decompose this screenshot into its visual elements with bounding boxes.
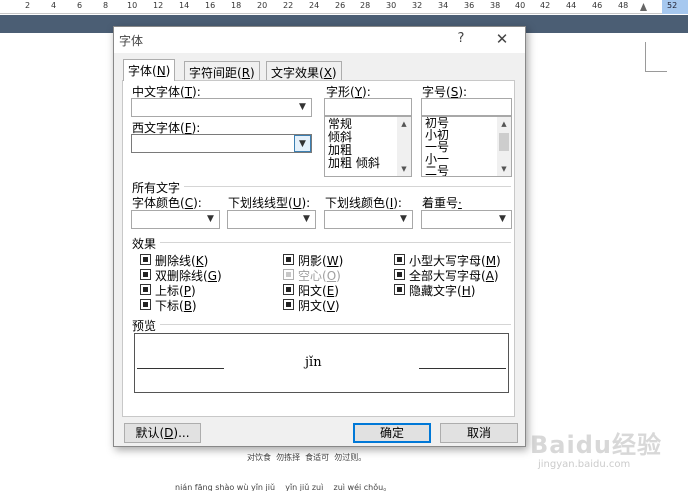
- superscript-checkbox[interactable]: [140, 284, 151, 295]
- ruler-number: 40: [515, 1, 526, 10]
- ruler-number: 24: [309, 1, 320, 10]
- engrave-checkbox[interactable]: [283, 299, 294, 310]
- western-font-combobox[interactable]: ▼: [131, 134, 312, 153]
- dialog-title: 字体: [119, 34, 144, 48]
- font-color-combobox[interactable]: ▼: [131, 210, 220, 229]
- font-color-label: 字体颜色(C):: [132, 196, 202, 210]
- chevron-down-icon[interactable]: ▼: [395, 211, 412, 228]
- document-pinyin-line[interactable]: nián fāng shào wù yǐn jiǔ yǐn jiǔ zuì zu…: [175, 482, 391, 491]
- font-style-scrollbar[interactable]: ▲ ▼: [397, 117, 411, 176]
- cancel-button[interactable]: 取消: [440, 423, 518, 443]
- shadow-checkbox[interactable]: [283, 254, 294, 265]
- preview-baseline-right: [419, 368, 506, 369]
- scroll-up-icon[interactable]: ▲: [497, 117, 511, 131]
- tab-text-effects[interactable]: 文字效果(X): [266, 61, 342, 80]
- horizontal-ruler: 2 4 6 8 10 12 14 16 18 20 22 24 26 28 30…: [0, 0, 688, 14]
- indent-marker-icon[interactable]: [640, 3, 647, 11]
- underline-color-combobox[interactable]: ▼: [324, 210, 413, 229]
- tab-font[interactable]: 字体(N): [123, 59, 176, 81]
- effects-section-label: 效果: [132, 237, 157, 251]
- ruler-number: 6: [77, 1, 83, 10]
- scroll-down-icon[interactable]: ▼: [497, 162, 511, 176]
- scroll-up-icon[interactable]: ▲: [397, 117, 411, 131]
- ruler-number: 36: [464, 1, 475, 10]
- preview-text: jǐn: [305, 355, 322, 370]
- ruler-number: 20: [257, 1, 268, 10]
- ruler-number: 16: [205, 1, 216, 10]
- dialog-titlebar[interactable]: 字体 ? ✕: [114, 27, 525, 53]
- scroll-down-icon[interactable]: ▼: [397, 162, 411, 176]
- ruler-number: 10: [127, 1, 138, 10]
- tab-character-spacing[interactable]: 字符间距(R): [184, 61, 260, 80]
- scroll-thumb[interactable]: [499, 133, 509, 151]
- set-default-button[interactable]: 默认(D)...: [124, 423, 201, 443]
- document-text-line[interactable]: 对饮食 勿拣择 食适可 勿过则。: [247, 452, 366, 463]
- font-size-list[interactable]: 初号 小初 一号 小一 二号 ▲ ▼: [421, 116, 512, 177]
- chevron-down-icon[interactable]: ▼: [494, 211, 511, 228]
- font-size-input[interactable]: [421, 98, 512, 116]
- underline-style-combobox[interactable]: ▼: [227, 210, 316, 229]
- list-item[interactable]: 加粗 倾斜: [328, 157, 380, 170]
- preview-baseline-left: [137, 368, 224, 369]
- ruler-number: 46: [592, 1, 603, 10]
- ruler-number: 34: [438, 1, 449, 10]
- chevron-down-icon[interactable]: ▼: [294, 135, 311, 152]
- list-item[interactable]: 二号: [425, 165, 449, 177]
- section-divider: [184, 186, 511, 187]
- engrave-label[interactable]: 阴文(V): [298, 297, 340, 314]
- ruler-number: 42: [540, 1, 551, 10]
- chevron-down-icon[interactable]: ▼: [298, 211, 315, 228]
- ok-button[interactable]: 确定: [353, 423, 431, 443]
- font-style-input[interactable]: [324, 98, 412, 116]
- double-strikethrough-checkbox[interactable]: [140, 269, 151, 280]
- subscript-checkbox[interactable]: [140, 299, 151, 310]
- emboss-checkbox[interactable]: [283, 284, 294, 295]
- ruler-number: 8: [103, 1, 109, 10]
- ruler-number: 26: [335, 1, 346, 10]
- watermark-url: jingyan.baidu.com: [538, 459, 631, 470]
- hidden-text-checkbox[interactable]: [394, 284, 405, 295]
- preview-box: jǐn: [134, 333, 509, 393]
- watermark: Baidu经验 jingyan.baidu.com: [530, 425, 680, 475]
- ruler-end-number: 52: [667, 1, 678, 10]
- ruler-number: 14: [179, 1, 190, 10]
- margin-corner-mark: [645, 42, 667, 72]
- underline-color-label: 下划线颜色(I):: [325, 196, 402, 210]
- ruler-number: 44: [566, 1, 577, 10]
- subscript-label[interactable]: 下标(B): [155, 297, 197, 314]
- ruler-number: 2: [25, 1, 31, 10]
- preview-section-label: 预览: [132, 319, 157, 333]
- ruler-end-highlight: 52: [662, 0, 688, 14]
- ruler-number: 12: [153, 1, 164, 10]
- font-style-list[interactable]: 常规 倾斜 加粗 加粗 倾斜 ▲ ▼: [324, 116, 412, 177]
- ruler-number: 32: [412, 1, 423, 10]
- emphasis-mark-label: 着重号·: [422, 196, 462, 210]
- emphasis-mark-combobox[interactable]: ▼: [421, 210, 512, 229]
- ruler-number: 48: [618, 1, 629, 10]
- chevron-down-icon[interactable]: ▼: [202, 211, 219, 228]
- ruler-number: 22: [283, 1, 294, 10]
- outline-checkbox[interactable]: [283, 269, 294, 280]
- font-size-scrollbar[interactable]: ▲ ▼: [497, 117, 511, 176]
- chevron-down-icon[interactable]: ▼: [294, 99, 311, 116]
- ruler-number: 18: [231, 1, 242, 10]
- section-divider: [160, 242, 511, 243]
- ruler-number: 30: [386, 1, 397, 10]
- watermark-brand: Baidu经验: [530, 431, 662, 459]
- font-dialog: 字体 ? ✕ 字体(N) 字符间距(R) 文字效果(X) 中文字体(T): ▼ …: [113, 26, 526, 447]
- strikethrough-checkbox[interactable]: [140, 254, 151, 265]
- close-icon[interactable]: ✕: [494, 30, 510, 48]
- hidden-text-label[interactable]: 隐藏文字(H): [409, 282, 475, 299]
- section-divider: [160, 324, 511, 325]
- help-button[interactable]: ?: [454, 31, 468, 47]
- all-caps-checkbox[interactable]: [394, 269, 405, 280]
- chinese-font-combobox[interactable]: ▼: [131, 98, 312, 117]
- small-caps-checkbox[interactable]: [394, 254, 405, 265]
- ruler-number: 28: [360, 1, 371, 10]
- ruler-number: 4: [51, 1, 57, 10]
- ruler-number: 38: [490, 1, 501, 10]
- underline-style-label: 下划线线型(U):: [228, 196, 311, 210]
